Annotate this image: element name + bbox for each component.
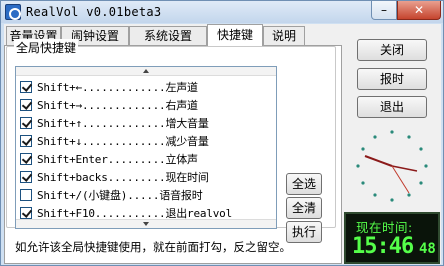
analog-clock	[356, 130, 428, 202]
hotkey-label: Shift+→.............右声道	[37, 99, 198, 112]
title-bar[interactable]: RealVol v0.01beta3 – ✕	[1, 1, 443, 23]
checkbox[interactable]	[20, 153, 32, 165]
hotkey-label: Shift+/(小键盘).....语音报时	[37, 189, 203, 202]
hotkey-item-stereo[interactable]: Shift+Enter.........立体声	[20, 150, 274, 168]
hotkey-list[interactable]: Shift+←.............左声道 Shift+→.........…	[15, 66, 277, 229]
announce-time-button[interactable]: 报时	[357, 68, 427, 90]
hotkey-item-voice-time[interactable]: Shift+/(小键盘).....语音报时	[20, 186, 274, 204]
group-label: 全局快捷键	[14, 39, 79, 56]
hotkey-label: Shift+↑.............增大音量	[37, 117, 209, 130]
checkbox[interactable]	[20, 99, 32, 111]
quit-button[interactable]: 退出	[357, 96, 427, 118]
checkbox[interactable]	[20, 135, 32, 147]
clock-minute-hand	[391, 165, 418, 172]
hotkey-item-left-channel[interactable]: Shift+←.............左声道	[20, 78, 274, 96]
hotkey-label: Shift+Enter.........立体声	[37, 153, 198, 166]
checkbox[interactable]	[20, 171, 32, 183]
hotkey-item-right-channel[interactable]: Shift+→.............右声道	[20, 96, 274, 114]
tab-hotkeys[interactable]: 快捷键	[207, 24, 263, 46]
checkbox[interactable]	[20, 207, 32, 219]
close-window-button[interactable]: ✕	[397, 1, 441, 20]
clear-all-button[interactable]: 全清	[286, 197, 322, 219]
hotkey-item-current-time[interactable]: Shift+backs.........现在时间	[20, 168, 274, 186]
app-window: RealVol v0.01beta3 – ✕ 音量设置 闹钟设置 系统设置 快捷…	[0, 0, 444, 266]
list-scroll-down-button[interactable]	[16, 219, 276, 228]
checkbox[interactable]	[20, 189, 32, 201]
checkbox[interactable]	[20, 81, 32, 93]
hotkey-label: Shift+←.............左声道	[37, 81, 198, 94]
current-time-value: 15:46	[352, 234, 414, 259]
window-title: RealVol v0.01beta3	[26, 5, 162, 19]
hotkey-label: Shift+backs.........现在时间	[37, 171, 209, 184]
hotkey-item-volume-up[interactable]: Shift+↑.............增大音量	[20, 114, 274, 132]
close-button[interactable]: 关闭	[357, 39, 427, 61]
execute-button[interactable]: 执行	[286, 221, 322, 243]
app-icon	[5, 4, 21, 20]
clock-hour-hand	[364, 155, 393, 167]
current-seconds-value: 48	[419, 241, 436, 257]
checkbox[interactable]	[20, 117, 32, 129]
hotkey-label: Shift+↓.............减少音量	[37, 135, 209, 148]
clock-second-hand	[391, 165, 410, 194]
hint-text: 如允许该全局快捷键使用，就在前面打勾，反之留空。	[15, 240, 291, 254]
digital-clock-display: 现在时间: 15:46 48	[344, 212, 440, 264]
select-all-button[interactable]: 全选	[286, 173, 322, 195]
list-scroll-up-button[interactable]	[16, 67, 276, 76]
minimize-button[interactable]: –	[371, 1, 397, 20]
hotkey-item-volume-down[interactable]: Shift+↓.............减少音量	[20, 132, 274, 150]
